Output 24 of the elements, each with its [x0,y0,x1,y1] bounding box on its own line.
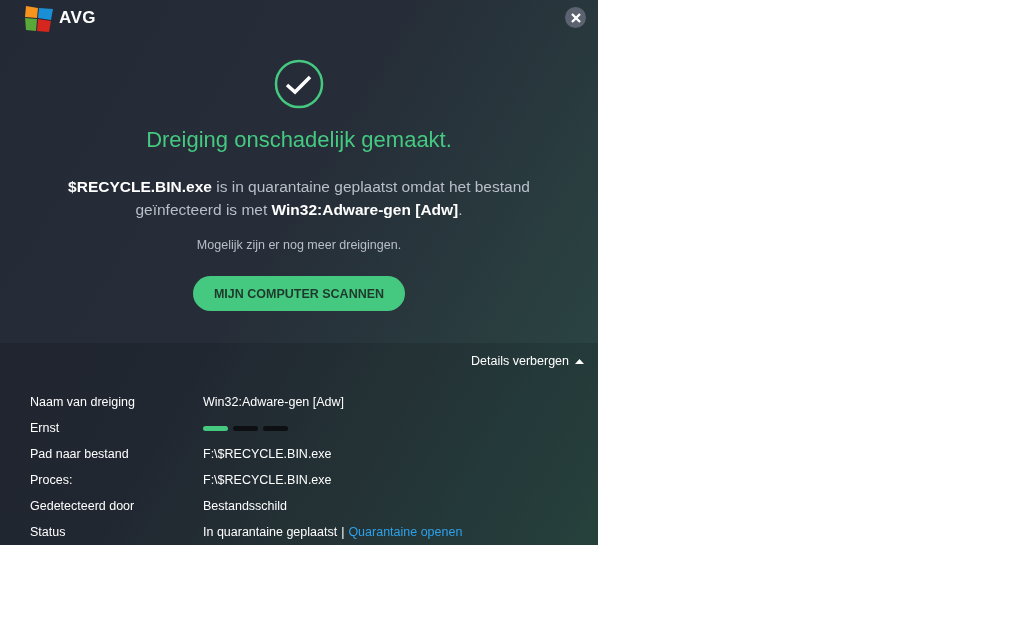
caret-icon [575,358,584,364]
detail-value: Bestandsschild [203,499,288,513]
detail-value: Win32:Adware-gen [Adw] [203,395,345,409]
detail-label: Gedetecteerd door [30,499,136,513]
detail-value: F:\$RECYCLE.BIN.exe [203,473,332,487]
result-message: $RECYCLE.BIN.exe is in quarantaine geplaatst omdat het bestand geïnfecteerd is met Win32:Adware-gen [Adw]. [67,177,531,221]
close-button[interactable] [565,7,586,29]
detail-value: F:\$RECYCLE.BIN.exe [203,447,332,461]
result-title: Dreiging onschadelijk gemaakt. [146,127,452,154]
check-icon [274,59,324,110]
detail-label: Ernst [30,421,61,435]
scan-button[interactable]: MIJN COMPUTER SCANNEN [192,276,406,312]
close-icon [570,12,581,23]
detail-label: Status [30,525,67,539]
details-toggle[interactable]: Details verbergen [471,353,584,369]
detail-label: Naam van dreiging [30,395,136,409]
separator: | [341,525,345,539]
detail-label: Pad naar bestand [30,447,130,461]
detail-value: In quarantaine geplaatst [203,525,338,539]
logo-icon [24,3,56,32]
quarantine-link[interactable]: Quarantaine openen [348,525,463,539]
detail-label: Proces: [30,473,74,487]
result-note: Mogelijk zijn er nog meer dreigingen. [196,238,402,253]
logo-text: AVG [59,7,97,28]
